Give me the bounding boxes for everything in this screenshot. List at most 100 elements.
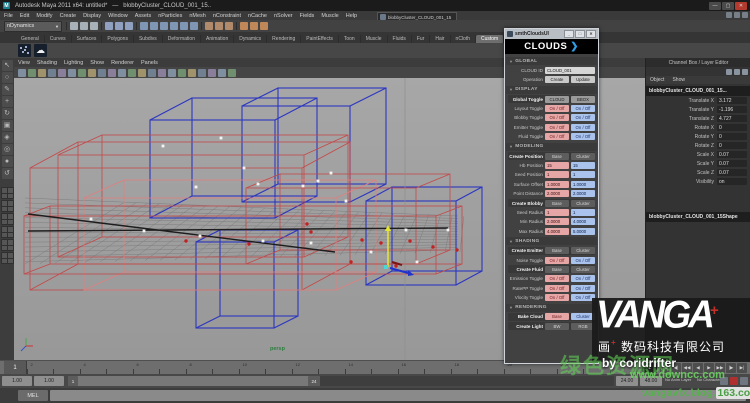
view-grid-icon[interactable] [68,69,76,77]
surface-offset-cluster-field[interactable]: 1.0000 [571,181,595,188]
menu-help[interactable]: Help [346,13,357,19]
global-bbox-button[interactable]: BBOX [571,96,595,103]
ratepp-cluster-toggle[interactable]: On / Off [571,285,595,292]
clouds-close-button[interactable]: ✕ [586,30,596,38]
universal-manipulator-icon[interactable]: ◈ [2,132,13,143]
shelf-tab-surfaces[interactable]: Surfaces [72,35,103,43]
viewport-menu-shading[interactable]: Shading [37,60,57,66]
multisample-icon[interactable] [208,69,216,77]
minimize-button[interactable]: — [709,2,721,10]
lasso-tool-icon[interactable]: ○ [2,72,13,83]
shelf-tab-general[interactable]: General [16,35,45,43]
render-settings-icon[interactable] [260,22,268,30]
create-blobby-cluster-button[interactable]: Cluster [571,200,595,207]
shelf-tab-animation[interactable]: Animation [201,35,234,43]
create-light-bw-button[interactable]: BW [545,323,569,330]
paint-select-tool-icon[interactable]: ✎ [2,84,13,95]
step-forward-key-icon[interactable]: |▶ [726,363,736,373]
channel-sliders-icon[interactable] [726,69,732,75]
shelf-tab-fluids[interactable]: Fluids [388,35,412,43]
shelf-tab-painteffects[interactable]: PaintEffects [301,35,339,43]
update-button[interactable]: Update [571,76,595,83]
min-radius-cluster-field[interactable]: 4.0000 [571,218,595,225]
range-slider-range[interactable]: 1 24 [68,376,320,386]
snap-view-icon[interactable] [180,22,188,30]
noise-base-toggle[interactable]: On / Off [545,257,569,264]
output-connections-icon[interactable] [215,22,223,30]
menu-fields[interactable]: Fields [300,13,315,19]
section-header-shading[interactable]: ▼SHADING [506,237,597,245]
four-pane-layout-icon[interactable] [1,200,14,212]
menu-nconstraint[interactable]: nConstraint [213,13,241,19]
menu-set-dropdown[interactable]: nDynamics ▼ [4,21,62,32]
menu-window[interactable]: Window [108,13,128,19]
screen-ao-icon[interactable] [188,69,196,77]
section-header-rendering[interactable]: ▼RENDERING [506,304,597,312]
attribute-value[interactable]: on [717,178,747,185]
rotate-tool-icon[interactable]: ↻ [2,108,13,119]
attribute-value[interactable]: 0.07 [717,151,747,158]
section-header-modeling[interactable]: ▼MODELING [506,143,597,151]
create-blobby-base-button[interactable]: Base [545,200,569,207]
create-fluid-cluster-button[interactable]: Cluster [571,266,595,273]
max-radius-cluster-field[interactable]: 5.0000 [571,228,595,235]
persp-uv-layout-icon[interactable] [1,252,14,264]
menu-nmesh[interactable]: nMesh [189,13,206,19]
attribute-value[interactable]: -1.196 [717,106,747,113]
camera-attributes-icon[interactable] [38,69,46,77]
max-radius-base-field[interactable]: 4.0000 [545,228,569,235]
emission-cluster-toggle[interactable]: On / Off [571,275,595,282]
current-frame-marker[interactable]: 1 [4,361,27,375]
textured-icon[interactable] [158,69,166,77]
attribute-value[interactable]: 0.07 [717,169,747,176]
close-button[interactable]: ✕ [735,2,747,10]
menu-ncache[interactable]: nCache [248,13,267,19]
bookmarks-icon[interactable] [48,69,56,77]
clouds-maximize-button[interactable]: □ [575,30,585,38]
snap-live-icon[interactable] [190,22,198,30]
layout-cluster-toggle[interactable]: On / Off [571,105,595,112]
cloud-id-field[interactable]: CLOUD_001 [545,67,595,74]
anim-prefs-icon[interactable] [740,377,748,385]
fluid-base-toggle[interactable]: On / Off [545,133,569,140]
surface-offset-base-field[interactable]: 1.0000 [545,181,569,188]
select-object-icon[interactable] [115,22,123,30]
resolution-gate-icon[interactable] [88,69,96,77]
menu-file[interactable]: File [4,13,13,19]
point-distance-cluster-field[interactable]: 2.0000 [571,190,595,197]
attribute-value[interactable]: 0 [717,133,747,140]
mel-toggle-button[interactable]: MEL [18,390,48,401]
auto-key-icon[interactable] [730,377,738,385]
new-scene-icon[interactable] [70,22,78,30]
hb-position-base-field[interactable]: 15 [545,162,569,169]
create-position-base-button[interactable]: Base [545,153,569,160]
save-scene-icon[interactable] [90,22,98,30]
animation-start-field[interactable]: 1.00 [2,376,32,386]
channel-menu-object[interactable]: Object [650,77,664,83]
emission-base-toggle[interactable]: On / Off [545,275,569,282]
move-tool-icon[interactable]: + [2,96,13,107]
persp-graph-layout-icon[interactable] [1,226,14,238]
select-component-icon[interactable] [125,22,133,30]
menu-edit[interactable]: Edit [20,13,29,19]
create-fluid-base-button[interactable]: Base [545,266,569,273]
select-tool-icon[interactable]: ↖ [2,60,13,71]
lock-camera-icon[interactable] [28,69,36,77]
channel-menu-show[interactable]: Show [672,77,685,83]
seed-position-cluster-field[interactable]: 1 [571,171,595,178]
menu-nparticles[interactable]: nParticles [158,13,182,19]
viewport-menu-view[interactable]: View [18,60,30,66]
shelf-tab-curves[interactable]: Curves [45,35,72,43]
noise-cluster-toggle[interactable]: On / Off [571,257,595,264]
emitter-base-toggle[interactable]: On / Off [545,124,569,131]
ipr-render-icon[interactable] [250,22,258,30]
snap-plane-icon[interactable] [170,22,178,30]
clouds-minimize-button[interactable]: _ [564,30,574,38]
hb-position-cluster-field[interactable]: 15 [571,162,595,169]
global-cloud-button[interactable]: CLOUD [545,96,569,103]
scale-tool-icon[interactable]: ▣ [2,120,13,131]
blobby-particle-icon[interactable] [18,44,31,57]
vlocity-base-toggle[interactable]: On / Off [545,294,569,301]
seed-radius-cluster-field[interactable]: 1 [571,209,595,216]
grid-view-icon[interactable] [742,12,748,18]
